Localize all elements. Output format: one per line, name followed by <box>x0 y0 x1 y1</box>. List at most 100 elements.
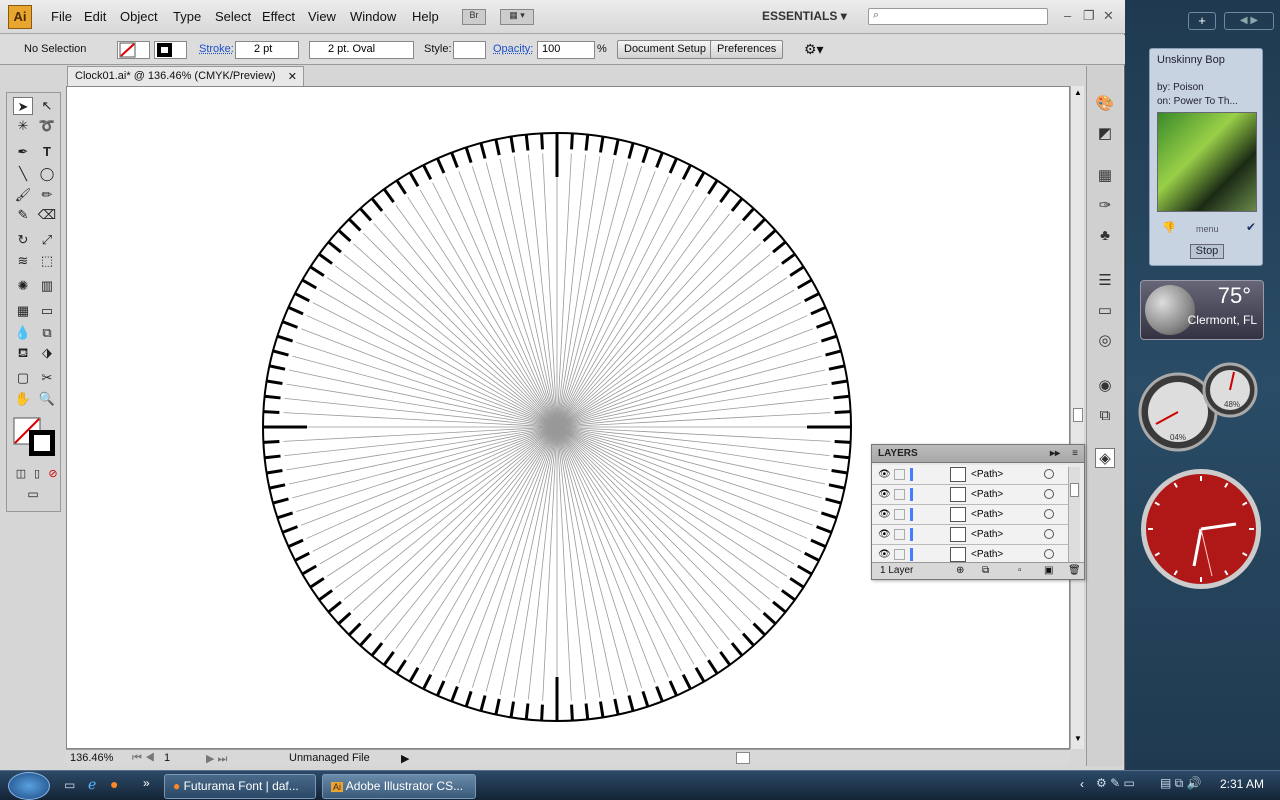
transparency-icon[interactable]: ◎ <box>1095 331 1115 351</box>
minute-tick[interactable] <box>584 134 590 151</box>
slice-tool-icon[interactable]: ✂ <box>37 369 57 387</box>
graph-tool-icon[interactable]: ▥ <box>37 277 57 295</box>
guide-ray[interactable] <box>527 426 558 700</box>
minute-tick[interactable] <box>781 252 796 265</box>
tray-icons-secondary[interactable]: ▤ ⧉ 🔊 <box>1160 776 1202 791</box>
tray-icons[interactable]: ⚙ ✎ ▭ <box>1096 776 1135 790</box>
color-guide-icon[interactable]: 🎨 <box>1095 94 1115 114</box>
minute-tick[interactable] <box>741 632 755 647</box>
layers-scrollbar[interactable] <box>1068 467 1080 562</box>
minute-tick[interactable] <box>301 278 317 290</box>
fill-swatch[interactable] <box>117 41 150 59</box>
minute-tick[interactable] <box>825 349 842 357</box>
minute-tick[interactable] <box>730 642 744 657</box>
guide-ray[interactable] <box>432 182 558 428</box>
guide-ray[interactable] <box>556 426 669 678</box>
guide-ray[interactable] <box>556 426 682 672</box>
mesh-tool-icon[interactable]: ▦ <box>13 302 33 320</box>
clock-face-artwork[interactable] <box>67 87 1070 749</box>
minute-tick[interactable] <box>641 690 650 708</box>
guide-ray[interactable] <box>312 302 558 428</box>
minute-tick[interactable] <box>831 469 848 475</box>
guide-ray[interactable] <box>556 302 802 428</box>
taskbar-clock[interactable]: 2:31 AM <box>1220 777 1264 791</box>
minute-tick[interactable] <box>272 497 289 505</box>
minute-tick[interactable] <box>831 379 848 385</box>
minute-tick[interactable] <box>269 364 286 371</box>
close-button[interactable]: ✕ <box>1103 8 1114 24</box>
minute-tick[interactable] <box>287 306 304 316</box>
guide-ray[interactable] <box>319 289 558 428</box>
guide-ray[interactable] <box>527 154 558 428</box>
guide-ray[interactable] <box>556 158 615 428</box>
none-mode-icon[interactable]: ⊘ <box>43 465 63 483</box>
minute-tick[interactable] <box>707 659 719 675</box>
minute-tick[interactable] <box>266 379 283 385</box>
quicklaunch-more-icon[interactable]: » <box>143 776 150 790</box>
horizontal-scroll-thumb[interactable] <box>736 752 750 764</box>
symbol-sprayer-tool-icon[interactable]: ✺ <box>13 277 33 295</box>
menu-object[interactable]: Object <box>120 9 158 24</box>
minute-tick[interactable] <box>570 704 574 721</box>
stop-button[interactable]: Stop <box>1190 244 1224 259</box>
scroll-thumb[interactable] <box>1073 408 1083 422</box>
panel-collapse-icon[interactable]: ▸▸ <box>1050 448 1060 459</box>
guide-ray[interactable] <box>556 341 818 428</box>
document-tab[interactable]: Clock01.ai* @ 136.46% (CMYK/Preview) ✕ <box>67 66 304 86</box>
minute-tick[interactable] <box>627 142 635 159</box>
eyedropper-tool-icon[interactable]: 💧 <box>13 324 33 342</box>
minute-tick[interactable] <box>797 278 813 290</box>
new-layer-icon[interactable]: ▣ <box>1044 565 1053 576</box>
minute-tick[interactable] <box>263 440 280 444</box>
minute-tick[interactable] <box>655 685 664 703</box>
firefox-icon[interactable]: ● <box>110 776 118 792</box>
status-menu-icon[interactable]: ▶ <box>401 752 409 765</box>
minute-tick[interactable] <box>509 136 515 153</box>
guide-ray[interactable] <box>556 426 587 700</box>
minute-tick[interactable] <box>294 292 310 303</box>
free-transform-tool-icon[interactable]: ⬚ <box>37 252 57 270</box>
guide-ray[interactable] <box>288 369 558 428</box>
minute-tick[interactable] <box>833 454 850 460</box>
guide-ray[interactable] <box>306 315 558 428</box>
minute-tick[interactable] <box>327 240 342 254</box>
minute-tick[interactable] <box>570 133 574 150</box>
minute-tick[interactable] <box>266 469 283 475</box>
minute-tick[interactable] <box>348 218 362 232</box>
close-document-icon[interactable]: ✕ <box>288 70 297 83</box>
warp-tool-icon[interactable]: ≋ <box>13 252 33 270</box>
show-desktop-icon[interactable]: ▭ <box>64 778 75 792</box>
blend-tool-icon[interactable]: ⧉ <box>37 324 57 342</box>
scale-tool-icon[interactable]: ⤢ <box>37 231 57 249</box>
guide-ray[interactable] <box>362 232 558 428</box>
graphic-styles-icon[interactable]: ⧉ <box>1095 406 1115 426</box>
minute-tick[interactable] <box>833 394 850 400</box>
lasso-tool-icon[interactable]: ➰ <box>37 117 57 135</box>
ie-icon[interactable]: ℯ <box>88 776 96 793</box>
menu-type[interactable]: Type <box>173 9 201 24</box>
guide-ray[interactable] <box>542 153 558 428</box>
workspace-switcher[interactable]: ESSENTIALS ▾ <box>762 9 847 23</box>
guide-ray[interactable] <box>556 426 808 539</box>
minute-tick[interactable] <box>264 394 281 400</box>
minute-tick[interactable] <box>359 632 373 647</box>
guide-ray[interactable] <box>432 426 558 672</box>
live-paint-selection-tool-icon[interactable]: ⬗ <box>37 344 57 362</box>
guide-ray[interactable] <box>556 397 830 428</box>
minute-tick[interactable] <box>641 146 650 164</box>
type-tool-icon[interactable]: T <box>37 143 57 161</box>
minute-tick[interactable] <box>730 197 744 212</box>
stroke-weight-field[interactable]: 2 pt <box>235 41 299 59</box>
minute-tick[interactable] <box>436 157 446 174</box>
pen-tool-icon[interactable]: ✒ <box>13 143 33 161</box>
stroke-swatch[interactable] <box>154 41 187 59</box>
guide-ray[interactable] <box>499 426 558 696</box>
guide-ray[interactable] <box>471 166 558 428</box>
minute-tick[interactable] <box>828 483 845 490</box>
minute-tick[interactable] <box>337 229 352 243</box>
minute-tick[interactable] <box>804 292 820 303</box>
minute-tick[interactable] <box>719 188 732 203</box>
guide-ray[interactable] <box>362 426 558 622</box>
pencil-tool-icon[interactable]: ✏ <box>37 186 57 204</box>
guide-ray[interactable] <box>284 426 558 457</box>
